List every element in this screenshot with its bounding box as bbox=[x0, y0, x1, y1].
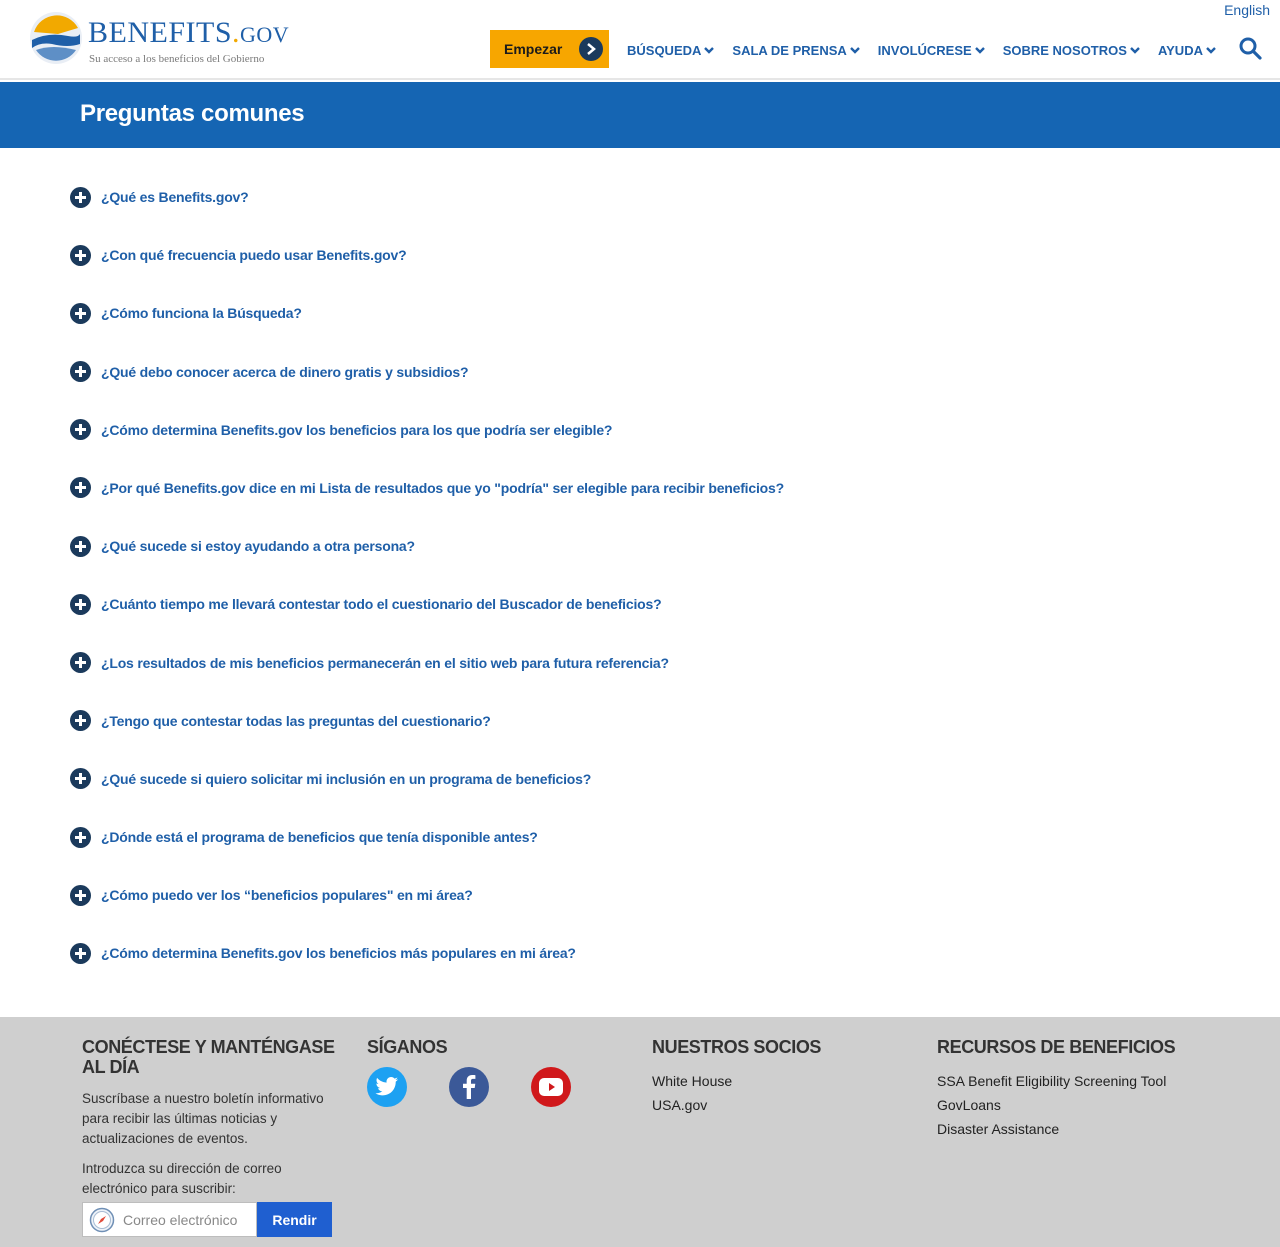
faq-question: ¿Qué es Benefits.gov? bbox=[101, 189, 249, 205]
expand-plus-icon bbox=[70, 419, 91, 441]
faq-item[interactable]: ¿Qué debo conocer acerca de dinero grati… bbox=[70, 361, 1070, 383]
faq-question: ¿Dónde está el programa de beneficios qu… bbox=[101, 829, 538, 846]
chevron-right-icon bbox=[579, 37, 603, 61]
footer-connect-title: CONÉCTESE Y MANTÉNGASE AL DÍA bbox=[82, 1037, 335, 1077]
expand-plus-icon bbox=[70, 244, 91, 266]
search-icon[interactable] bbox=[1238, 36, 1262, 60]
compass-icon bbox=[89, 1207, 115, 1233]
faq-question: ¿Qué sucede si quiero solicitar mi inclu… bbox=[101, 770, 592, 787]
expand-plus-icon bbox=[70, 361, 91, 383]
faq-question: ¿Cuánto tiempo me llevará contestar todo… bbox=[101, 596, 662, 613]
expand-plus-icon bbox=[70, 593, 91, 615]
chevron-down-icon bbox=[1130, 47, 1140, 54]
faq-item[interactable]: ¿Por qué Benefits.gov dice en mi Lista d… bbox=[70, 477, 1070, 499]
faq-item[interactable]: ¿Tengo que contestar todas las preguntas… bbox=[70, 710, 1070, 732]
newsletter-description: Suscríbase a nuestro boletín informativo… bbox=[82, 1091, 324, 1146]
faq-item[interactable]: ¿Qué sucede si quiero solicitar mi inclu… bbox=[70, 768, 1070, 790]
faq-item[interactable]: ¿Qué sucede si estoy ayudando a otra per… bbox=[70, 535, 1070, 557]
nav-item-label: SALA DE PRENSA bbox=[732, 42, 847, 58]
nav-item-ayuda[interactable]: AYUDA bbox=[1158, 40, 1217, 60]
start-button-label: Empezar bbox=[504, 41, 563, 57]
twitter-icon[interactable] bbox=[367, 1067, 407, 1107]
page-banner: Preguntas comunes bbox=[0, 82, 1280, 148]
nav-item-busqueda[interactable]: BÚSQUEDA bbox=[627, 40, 715, 60]
nav-item-label: BÚSQUEDA bbox=[627, 42, 702, 58]
footer-follow: SÍGANOS bbox=[367, 1037, 627, 1107]
facebook-icon[interactable] bbox=[449, 1067, 489, 1107]
faq-question: ¿Qué sucede si estoy ayudando a otra per… bbox=[101, 538, 415, 555]
logo-tagline: Su acceso a los beneficios del Gobierno bbox=[89, 53, 265, 65]
faq-question: ¿Con qué frecuencia puedo usar Benefits.… bbox=[101, 247, 407, 264]
expand-plus-icon bbox=[70, 186, 91, 208]
expand-plus-icon bbox=[70, 884, 91, 906]
faq-question: ¿Tengo que contestar todas las preguntas… bbox=[101, 712, 491, 729]
faq-question: ¿Los resultados de mis beneficios perman… bbox=[101, 654, 669, 671]
faq-question: ¿Por qué Benefits.gov dice en mi Lista d… bbox=[101, 479, 784, 496]
footer-connect: CONÉCTESE Y MANTÉNGASE AL DÍA Suscríbase… bbox=[82, 1037, 342, 1237]
footer-resources: RECURSOS DE BENEFICIOS SSA Benefit Eligi… bbox=[937, 1037, 1237, 1141]
benefits-gov-logo[interactable]: BENEFITS.GOV Su acceso a los beneficios … bbox=[28, 10, 289, 70]
language-toggle-link[interactable]: English bbox=[1224, 2, 1270, 18]
chevron-down-icon bbox=[849, 47, 860, 54]
resource-link-disaster-assistance[interactable]: Disaster Assistance bbox=[937, 1117, 1237, 1141]
faq-item[interactable]: ¿Cómo funciona la Búsqueda? bbox=[70, 302, 1070, 324]
resource-links: SSA Benefit Eligibility Screening Tool G… bbox=[937, 1069, 1237, 1141]
nav-item-label: SOBRE NOSOTROS bbox=[1002, 42, 1127, 58]
footer-follow-title: SÍGANOS bbox=[367, 1037, 448, 1057]
expand-plus-icon bbox=[70, 768, 91, 790]
faq-question: ¿Qué debo conocer acerca de dinero grati… bbox=[101, 363, 469, 380]
email-placeholder: Correo electrónico bbox=[123, 1211, 238, 1228]
logo-mark-icon bbox=[30, 12, 82, 64]
expand-plus-icon bbox=[70, 652, 91, 673]
partner-links: White House USA.gov bbox=[652, 1069, 912, 1117]
faq-item[interactable]: ¿Cómo determina Benefits.gov los benefic… bbox=[70, 942, 1070, 964]
faq-question: ¿Cómo funciona la Búsqueda? bbox=[101, 305, 302, 322]
footer-partners: NUESTROS SOCIOS White House USA.gov bbox=[652, 1037, 912, 1117]
partner-link-white-house[interactable]: White House bbox=[652, 1069, 912, 1093]
chevron-down-icon bbox=[974, 47, 985, 54]
expand-plus-icon bbox=[70, 826, 91, 848]
expand-plus-icon bbox=[70, 942, 91, 964]
faq-item[interactable]: ¿Con qué frecuencia puedo usar Benefits.… bbox=[70, 244, 1070, 266]
page-title: Preguntas comunes bbox=[80, 100, 305, 127]
email-field[interactable]: Correo electrónico bbox=[82, 1202, 257, 1237]
expand-plus-icon bbox=[70, 302, 91, 324]
expand-plus-icon bbox=[70, 535, 91, 557]
faq-item[interactable]: ¿Cómo puedo ver los “beneficios populare… bbox=[70, 884, 1070, 906]
faq-question: ¿Cómo determina Benefits.gov los benefic… bbox=[101, 421, 613, 438]
chevron-down-icon bbox=[1206, 47, 1216, 54]
newsletter-prompt: Introduzca su dirección de correo electr… bbox=[82, 1161, 282, 1196]
youtube-icon[interactable] bbox=[531, 1067, 571, 1107]
faq-question: ¿Cómo puedo ver los “beneficios populare… bbox=[101, 887, 473, 904]
faq-item[interactable]: ¿Cómo determina Benefits.gov los benefic… bbox=[70, 419, 1070, 441]
nav-item-label: INVOLÚCRESE bbox=[877, 42, 972, 58]
newsletter-form: Correo electrónico Rendir bbox=[82, 1202, 332, 1237]
footer-resources-title: RECURSOS DE BENEFICIOS bbox=[937, 1037, 1176, 1057]
submit-button[interactable]: Rendir bbox=[257, 1202, 332, 1237]
site-header: BENEFITS.GOV Su acceso a los beneficios … bbox=[0, 0, 1280, 80]
social-links bbox=[367, 1067, 627, 1107]
nav-item-sobre-nosotros[interactable]: SOBRE NOSOTROS bbox=[1003, 40, 1141, 60]
faq-item[interactable]: ¿Cuánto tiempo me llevará contestar todo… bbox=[70, 593, 1070, 615]
footer-partners-title: NUESTROS SOCIOS bbox=[652, 1037, 822, 1057]
faq-item[interactable]: ¿Dónde está el programa de beneficios qu… bbox=[70, 826, 1070, 848]
site-footer: CONÉCTESE Y MANTÉNGASE AL DÍA Suscríbase… bbox=[0, 1017, 1280, 1247]
start-button[interactable]: Empezar bbox=[490, 30, 609, 68]
resource-link-govloans[interactable]: GovLoans bbox=[937, 1093, 1237, 1117]
resource-link-ssa-screening[interactable]: SSA Benefit Eligibility Screening Tool bbox=[937, 1069, 1237, 1093]
main-nav: BÚSQUEDA SALA DE PRENSA INVOLÚCRESE SOBR… bbox=[627, 40, 1234, 60]
expand-plus-icon bbox=[70, 477, 91, 499]
logo-wordmark: BENEFITS.GOV bbox=[88, 16, 290, 49]
nav-item-involucrese[interactable]: INVOLÚCRESE bbox=[878, 40, 986, 60]
partner-link-usa-gov[interactable]: USA.gov bbox=[652, 1093, 912, 1117]
chevron-down-icon bbox=[704, 47, 715, 54]
faq-question: ¿Cómo determina Benefits.gov los benefic… bbox=[101, 945, 576, 962]
faq-list: ¿Qué es Benefits.gov? ¿Con qué frecuenci… bbox=[70, 186, 1070, 1001]
nav-item-label: AYUDA bbox=[1157, 42, 1203, 58]
faq-item[interactable]: ¿Los resultados de mis beneficios perman… bbox=[70, 652, 1070, 674]
nav-item-sala-de-prensa[interactable]: SALA DE PRENSA bbox=[732, 40, 860, 60]
expand-plus-icon bbox=[70, 710, 91, 732]
faq-item[interactable]: ¿Qué es Benefits.gov? bbox=[70, 186, 1070, 208]
